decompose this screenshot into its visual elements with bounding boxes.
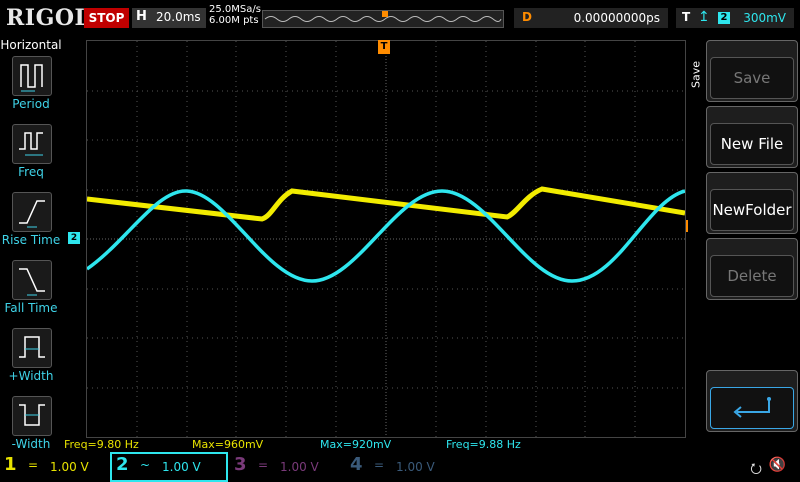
fall-time-label: Fall Time: [4, 301, 58, 315]
channel-2-scale: 1.00 V: [162, 460, 201, 474]
measure-fall-time[interactable]: Fall Time: [0, 260, 62, 320]
new-file-label: New File: [710, 123, 794, 165]
period-icon: [12, 56, 52, 96]
measure-period[interactable]: Period: [0, 56, 62, 116]
speaker-muted-icon[interactable]: 🔇: [769, 457, 786, 473]
channel-3-status[interactable]: 3 = 1.00 V: [230, 454, 340, 480]
return-arrow-icon: [710, 387, 794, 429]
menu-group-label: Save: [688, 40, 704, 110]
measurement-ch1-max: Max=960mV: [192, 438, 264, 451]
channel-3-scale: 1.00 V: [280, 460, 319, 474]
measurement-ch1-freq: Freq=9.80 Hz: [64, 438, 139, 451]
timebase-value: 20.0ms: [156, 10, 201, 24]
trigger-source: 2: [718, 12, 730, 24]
channel-2-number: 2: [116, 454, 129, 475]
delay-value: 0.00000000ps: [573, 11, 660, 25]
measurement-ch2-max: Max=920mV: [320, 438, 392, 451]
rise-time-label: Rise Time: [1, 233, 61, 247]
usb-icon: ⭮: [750, 461, 762, 477]
acquisition-info: 25.0MSa/s 6.00M pts: [209, 4, 261, 26]
freq-icon: [12, 124, 52, 164]
negative-width-label: -Width: [11, 437, 51, 451]
channel-1-status[interactable]: 1 = 1.00 V: [0, 454, 104, 480]
trigger-display[interactable]: T ↥ 2 300mV: [676, 8, 794, 28]
delete-label: Delete: [710, 255, 794, 297]
delay-label: D: [522, 10, 532, 24]
delay-display[interactable]: D 0.00000000ps: [514, 8, 668, 28]
channel-1-number: 1: [4, 454, 17, 475]
channel-2-offset-marker[interactable]: 2: [68, 232, 80, 244]
channel-status-bar: 1 = 1.00 V 2 ~ 1.00 V 3 = 1.00 V 4 = 1.0…: [0, 452, 800, 482]
new-folder-label: NewFolder: [710, 189, 794, 231]
channel-4-coupling: =: [374, 458, 385, 472]
run-stop-indicator[interactable]: STOP: [84, 8, 129, 28]
timebase-display[interactable]: H 20.0ms: [132, 8, 206, 28]
positive-width-label: +Width: [8, 369, 54, 383]
channel-4-scale: 1.00 V: [396, 460, 435, 474]
horizontal-measure-menu: Horizontal Period Freq Rise Time Fall Ti…: [0, 36, 62, 451]
new-folder-button[interactable]: NewFolder: [706, 172, 798, 234]
measure-rise-time[interactable]: Rise Time: [0, 192, 62, 252]
rising-edge-icon: ↥: [698, 9, 710, 25]
delete-button[interactable]: Delete: [706, 238, 798, 300]
sample-rate: 25.0MSa/s: [209, 4, 261, 15]
channel-4-number: 4: [350, 454, 363, 475]
memory-waveform-preview: [264, 11, 502, 22]
brand-logo: RIGOL: [6, 5, 91, 31]
save-button-label: Save: [710, 57, 794, 99]
trigger-level: 300mV: [743, 11, 786, 25]
graticule-center-axes: [87, 41, 685, 437]
measure-negative-width[interactable]: -Width: [0, 396, 62, 456]
trigger-position-marker[interactable]: T: [378, 40, 390, 54]
channel-1-coupling: =: [28, 458, 39, 472]
save-group-label: Save: [689, 61, 703, 89]
back-button[interactable]: [706, 370, 798, 432]
trigger-label: T: [682, 10, 691, 24]
fall-time-icon: [12, 260, 52, 300]
channel-3-number: 3: [234, 454, 247, 475]
channel-2-status[interactable]: 2 ~ 1.00 V: [110, 452, 228, 482]
measurement-ch2-freq: Freq=9.88 Hz: [446, 438, 521, 451]
save-button[interactable]: Save: [706, 40, 798, 102]
top-status-bar: RIGOL STOP H 20.0ms 25.0MSa/s 6.00M pts …: [0, 0, 800, 36]
memory-depth: 6.00M pts: [209, 15, 259, 26]
waveform-display[interactable]: [85, 40, 686, 438]
channel-4-status[interactable]: 4 = 1.00 V: [346, 454, 456, 480]
menu-title: Horizontal: [0, 38, 62, 52]
positive-width-icon: [12, 328, 52, 368]
channel-1-scale: 1.00 V: [50, 460, 89, 474]
channel-2-coupling: ~: [140, 458, 151, 472]
rise-time-icon: [12, 192, 52, 232]
negative-width-icon: [12, 396, 52, 436]
measure-freq[interactable]: Freq: [0, 124, 62, 184]
save-menu: Save Save New File NewFolder Delete: [688, 40, 800, 440]
freq-label: Freq: [18, 165, 44, 179]
measure-positive-width[interactable]: +Width: [0, 328, 62, 388]
channel-3-coupling: =: [258, 458, 269, 472]
timebase-label: H: [136, 9, 147, 24]
new-file-button[interactable]: New File: [706, 106, 798, 168]
period-label: Period: [12, 97, 50, 111]
waveform-canvas: [85, 41, 686, 437]
memory-overview-strip[interactable]: [262, 10, 504, 28]
